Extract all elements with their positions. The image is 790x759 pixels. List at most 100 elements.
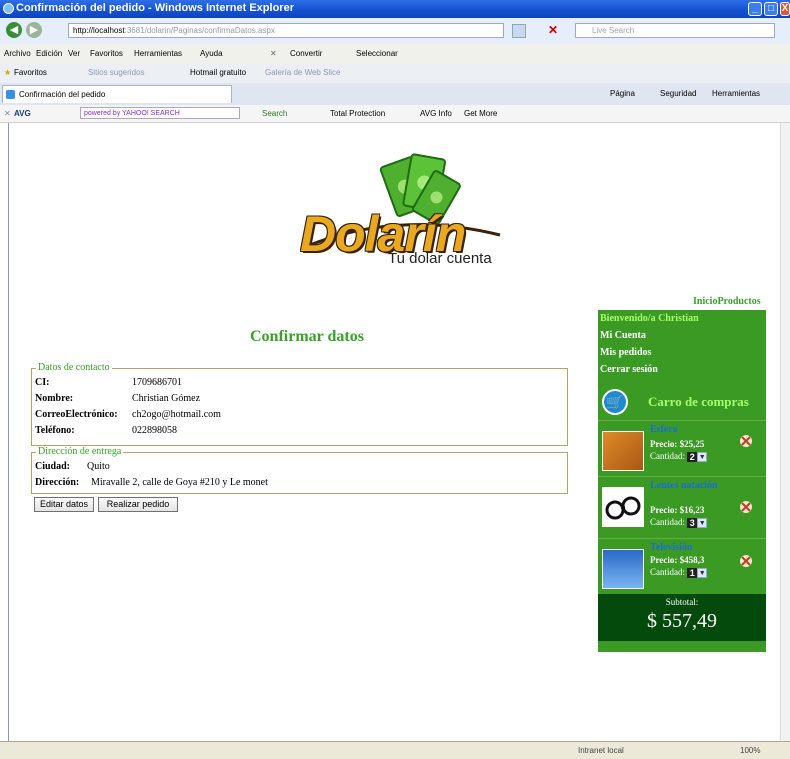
page-scrollbar[interactable] xyxy=(780,123,790,741)
cart-item-qty-row: Cantidad: 2 ▼ xyxy=(650,451,708,462)
menu-ayuda[interactable]: Ayuda xyxy=(200,49,223,58)
cart-item-name[interactable]: Esfero xyxy=(650,424,730,435)
tab-title: Confirmación del pedido xyxy=(19,90,106,99)
window-title: Confirmación del pedido - Windows Intern… xyxy=(16,2,294,14)
cart-item-qty-value[interactable]: 3 xyxy=(687,517,698,528)
user-sidebar: Bienvenido/a Christian Mi Cuenta Mis ped… xyxy=(598,310,766,652)
avg-brand[interactable]: AVG xyxy=(14,109,31,118)
tool-herramientas[interactable]: Herramientas xyxy=(712,89,760,98)
edit-data-button[interactable]: Editar datos xyxy=(34,497,94,512)
window-titlebar: Confirmación del pedido - Windows Intern… xyxy=(0,0,790,18)
subtotal-value: $ 557,49 xyxy=(647,610,717,632)
delivery-row-direccion: Dirección: Miravalle 2, calle de Goya #2… xyxy=(35,477,268,488)
qty-dropdown-icon[interactable]: ▼ xyxy=(697,451,708,462)
remove-item-icon[interactable] xyxy=(738,433,754,449)
contact-row-nombre: Nombre: Christian Gómez xyxy=(35,393,200,404)
fav-hotmail[interactable]: Hotmail gratuito xyxy=(190,68,246,77)
cart-item-name[interactable]: Lentes natación xyxy=(650,480,730,491)
avg-total-protection[interactable]: Total Protection xyxy=(330,109,385,118)
fav-web-slice[interactable]: Galería de Web Slice xyxy=(265,68,340,77)
menu-herramientas[interactable]: Herramientas xyxy=(134,49,182,58)
maximize-button[interactable]: □ xyxy=(764,2,778,16)
zoom-level[interactable]: 100% xyxy=(740,746,760,755)
cart-header: 🛒 Carro de compras xyxy=(598,386,766,420)
menu-bar: Archivo Edición Ver Favoritos Herramient… xyxy=(0,44,790,64)
address-input[interactable]: http://localhost:3681/dolarin/Paginas/co… xyxy=(68,23,504,38)
cart-item-qty-value[interactable]: 1 xyxy=(687,567,698,578)
contact-legend: Datos de contacto xyxy=(36,362,112,373)
sidebar-link-mis-pedidos[interactable]: Mis pedidos xyxy=(600,347,651,358)
cart-item-price: Precio: $25,25 xyxy=(650,439,705,449)
live-search-input[interactable]: Live Search xyxy=(575,23,775,38)
menu-favoritos[interactable]: Favoritos xyxy=(90,49,123,58)
contact-fieldset: Datos de contacto CI: 1709686701 Nombre:… xyxy=(31,362,568,446)
page-favicon xyxy=(6,90,15,99)
favorites-button[interactable]: Favoritos xyxy=(14,68,47,77)
select-button[interactable]: Seleccionar xyxy=(356,49,398,58)
ciudad-label: Ciudad: xyxy=(35,461,71,472)
sidebar-link-mi-cuenta[interactable]: Mi Cuenta xyxy=(600,330,646,341)
goggles-icon xyxy=(605,496,641,520)
tab-confirmacion[interactable]: Confirmación del pedido xyxy=(2,85,232,103)
tool-seguridad[interactable]: Seguridad xyxy=(660,89,696,98)
avg-get-more[interactable]: Get More xyxy=(464,109,497,118)
back-icon[interactable]: ◀ xyxy=(6,22,22,38)
close-toolbar-icon[interactable]: ✕ xyxy=(270,49,277,58)
cart-item: Lentes natación Precio: $16,23 Cantidad:… xyxy=(598,476,766,539)
site-logo[interactable]: Dolarín Tu dolar cuenta xyxy=(300,150,510,280)
nombre-value: Christian Gómez xyxy=(132,393,201,404)
avg-search-button[interactable]: Search xyxy=(262,109,287,118)
cart-item-name[interactable]: Televisión xyxy=(650,542,730,553)
minimize-button[interactable]: _ xyxy=(748,2,762,16)
cart-item-qty-label: Cantidad: xyxy=(650,517,685,527)
close-button[interactable]: X xyxy=(780,2,790,16)
refresh-icon[interactable] xyxy=(512,24,526,38)
pen-box-thumbnail[interactable] xyxy=(602,431,644,471)
menu-ver[interactable]: Ver xyxy=(68,49,80,58)
remove-item-icon[interactable] xyxy=(738,499,754,515)
close-avg-icon[interactable]: ✕ xyxy=(4,109,11,118)
delivery-row-ciudad: Ciudad: Quito xyxy=(35,461,110,472)
address-path: :3681/dolarin/Paginas/confirmaDatos.aspx xyxy=(124,26,275,35)
avg-search-input[interactable]: powered by YAHOO! SEARCH xyxy=(80,107,240,119)
welcome-text: Bienvenido/a Christian xyxy=(600,313,699,324)
sidebar-link-cerrar-sesion[interactable]: Cerrar sesión xyxy=(600,364,658,375)
subtotal-box: Subtotal: $ 557,49 xyxy=(598,594,766,641)
cart-item-price: Precio: $458,3 xyxy=(650,555,705,565)
stop-icon[interactable]: ✕ xyxy=(548,23,558,37)
top-nav-links[interactable]: InicioProductos xyxy=(693,296,761,307)
cart-item-qty-value[interactable]: 2 xyxy=(687,451,698,462)
telefono-value: 022898058 xyxy=(132,425,177,436)
qty-dropdown-icon[interactable]: ▼ xyxy=(697,517,708,528)
menu-edicion[interactable]: Edición xyxy=(36,49,62,58)
remove-item-icon[interactable] xyxy=(738,553,754,569)
security-zone[interactable]: Intranet local xyxy=(578,746,624,755)
cart-item-price: Precio: $16,23 xyxy=(650,505,705,515)
address-host: http://localhost xyxy=(73,26,125,35)
favorites-bar: ★ Favoritos Sitios sugeridos Hotmail gra… xyxy=(0,63,790,84)
tv-thumbnail[interactable] xyxy=(602,549,644,589)
email-label: CorreoElectrónico: xyxy=(35,409,118,420)
nombre-label: Nombre: xyxy=(35,393,74,404)
convert-button[interactable]: Convertir xyxy=(290,49,322,58)
tool-pagina[interactable]: Página xyxy=(610,89,635,98)
direccion-label: Dirección: xyxy=(35,477,80,488)
avg-info[interactable]: AVG Info xyxy=(420,109,452,118)
cart-title: Carro de compras xyxy=(648,394,749,409)
place-order-button[interactable]: Realizar pedido xyxy=(98,497,178,512)
fav-sitios-sugeridos[interactable]: Sitios sugeridos xyxy=(88,68,144,77)
live-search-placeholder: Live Search xyxy=(592,26,635,35)
menu-archivo[interactable]: Archivo xyxy=(4,49,31,58)
ie-icon xyxy=(3,3,14,14)
contact-row-telefono: Teléfono: 022898058 xyxy=(35,425,177,436)
cart-item-qty-row: Cantidad: 1 ▼ xyxy=(650,567,708,578)
contact-row-email: CorreoElectrónico: ch2ogo@hotmail.com xyxy=(35,409,221,420)
goggles-thumbnail[interactable] xyxy=(602,487,644,527)
ci-label: CI: xyxy=(35,377,50,388)
forward-icon[interactable]: ▶ xyxy=(26,22,42,38)
page-title: Confirmar datos xyxy=(250,328,364,345)
logo-tagline: Tu dolar cuenta xyxy=(388,250,492,267)
delivery-legend: Dirección de entrega xyxy=(36,446,124,457)
cart-item: Esfero Precio: $25,25 Cantidad: 2 ▼ xyxy=(598,420,766,483)
qty-dropdown-icon[interactable]: ▼ xyxy=(697,567,708,578)
